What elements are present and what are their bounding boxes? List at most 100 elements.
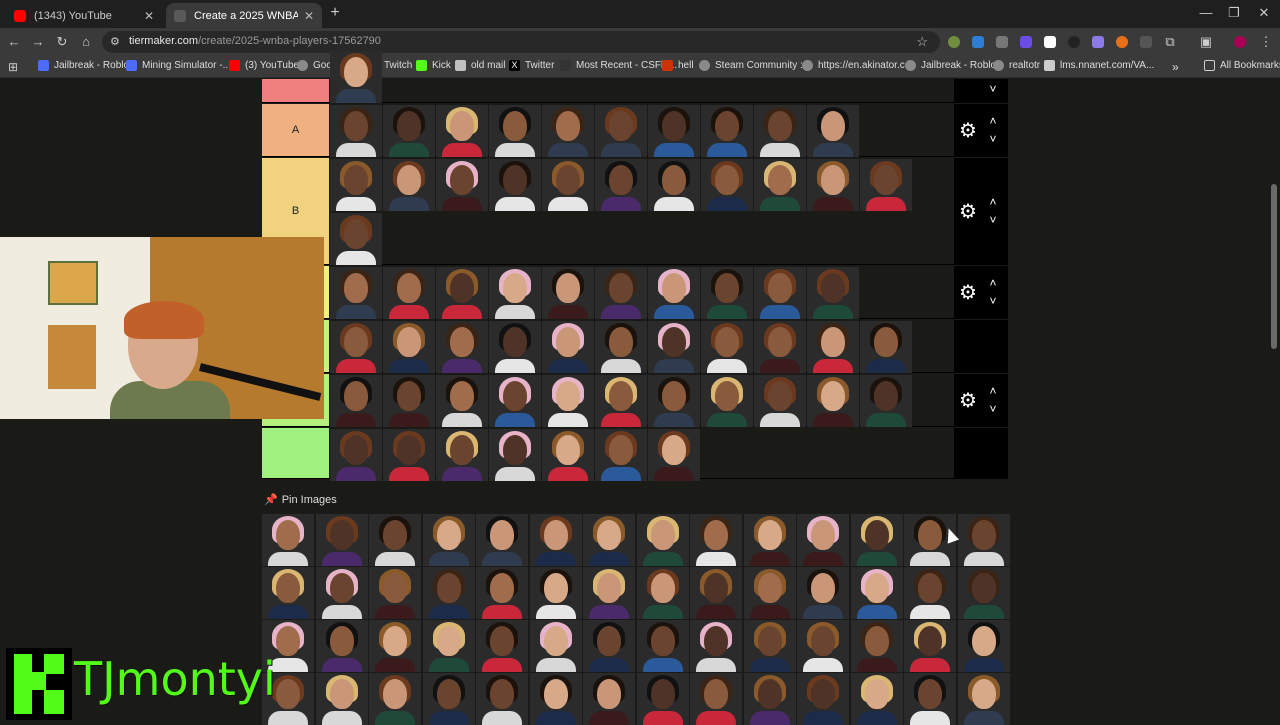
player-image[interactable] bbox=[476, 514, 528, 566]
reload-icon[interactable]: ↻ bbox=[54, 34, 70, 50]
player-image[interactable] bbox=[436, 375, 488, 427]
player-image[interactable] bbox=[583, 514, 635, 566]
player-image[interactable] bbox=[701, 375, 753, 427]
player-image[interactable] bbox=[797, 673, 849, 725]
tier-items[interactable] bbox=[330, 320, 954, 373]
tier-items[interactable] bbox=[330, 266, 954, 319]
new-tab-button[interactable]: + bbox=[326, 5, 344, 23]
player-image[interactable] bbox=[369, 620, 421, 672]
close-icon[interactable]: ✕ bbox=[304, 9, 314, 23]
bookmark-item[interactable]: Jailbreak - Roblox bbox=[905, 60, 1001, 71]
tier-label[interactable] bbox=[262, 428, 329, 478]
player-image[interactable] bbox=[542, 429, 594, 481]
extension-icon[interactable] bbox=[972, 36, 984, 48]
bookmark-item[interactable]: (3) YouTube bbox=[229, 60, 299, 71]
player-image[interactable] bbox=[436, 267, 488, 319]
tab-tiermaker[interactable]: Create a 2025 WNBA Players Ti ✕ bbox=[166, 3, 322, 28]
player-image[interactable] bbox=[860, 321, 912, 373]
player-image[interactable] bbox=[860, 159, 912, 211]
player-image[interactable] bbox=[315, 673, 368, 725]
player-image[interactable] bbox=[636, 514, 689, 566]
player-image[interactable] bbox=[330, 213, 382, 265]
extension-icon[interactable] bbox=[948, 36, 960, 48]
player-image[interactable] bbox=[489, 105, 541, 157]
player-image[interactable] bbox=[489, 375, 541, 427]
player-image[interactable] bbox=[797, 514, 849, 566]
player-image[interactable] bbox=[529, 673, 582, 725]
bookmark-item[interactable]: lms.nnanet.com/VA... bbox=[1044, 60, 1154, 71]
player-image[interactable] bbox=[690, 673, 742, 725]
tier-label[interactable]: A bbox=[262, 104, 329, 156]
site-info-icon[interactable]: ⚙ bbox=[110, 35, 124, 49]
player-image[interactable] bbox=[807, 159, 859, 211]
player-image[interactable] bbox=[957, 514, 1010, 566]
player-image[interactable] bbox=[330, 51, 382, 103]
chevron-down-icon[interactable]: ˅ bbox=[986, 295, 1000, 307]
player-image[interactable] bbox=[315, 567, 368, 619]
chevron-up-icon[interactable]: ˄ bbox=[986, 385, 1000, 397]
extension-icon[interactable] bbox=[1092, 36, 1104, 48]
player-image[interactable] bbox=[850, 673, 903, 725]
player-image[interactable] bbox=[850, 620, 903, 672]
player-image[interactable] bbox=[690, 567, 742, 619]
home-icon[interactable]: ⌂ bbox=[78, 34, 94, 50]
player-image[interactable] bbox=[850, 567, 903, 619]
profile-avatar[interactable] bbox=[1234, 36, 1246, 48]
player-image[interactable] bbox=[648, 429, 700, 481]
player-image[interactable] bbox=[957, 673, 1010, 725]
player-image[interactable] bbox=[330, 267, 382, 319]
player-image[interactable] bbox=[436, 105, 488, 157]
player-image[interactable] bbox=[595, 105, 647, 157]
pin-images[interactable]: 📌 Pin Images bbox=[264, 493, 337, 506]
player-image[interactable] bbox=[383, 375, 435, 427]
extension-icon[interactable] bbox=[1068, 36, 1080, 48]
player-image[interactable] bbox=[807, 267, 859, 319]
extension-icon[interactable] bbox=[996, 36, 1008, 48]
player-image[interactable] bbox=[690, 514, 742, 566]
forward-icon[interactable]: → bbox=[30, 34, 46, 50]
puzzle-icon[interactable]: ⧉ bbox=[1162, 34, 1178, 50]
extension-icon[interactable] bbox=[1140, 36, 1152, 48]
bookmark-item[interactable]: Mining Simulator -... bbox=[126, 60, 231, 71]
player-image[interactable] bbox=[807, 321, 859, 373]
more-bookmarks-icon[interactable]: » bbox=[1172, 60, 1179, 74]
player-image[interactable] bbox=[583, 567, 635, 619]
tier-label[interactable] bbox=[262, 79, 329, 102]
player-image[interactable] bbox=[489, 267, 541, 319]
player-image[interactable] bbox=[383, 267, 435, 319]
player-image[interactable] bbox=[904, 567, 956, 619]
gear-icon[interactable]: ⚙ bbox=[958, 202, 978, 222]
chevron-down-icon[interactable]: ˅ bbox=[986, 133, 1000, 145]
player-image[interactable] bbox=[369, 673, 421, 725]
address-bar[interactable]: ⚙ tiermaker.com/create/2025-wnba-players… bbox=[102, 31, 940, 53]
player-image[interactable] bbox=[754, 267, 806, 319]
tier-items[interactable] bbox=[330, 428, 954, 481]
player-image[interactable] bbox=[807, 105, 859, 157]
player-image[interactable] bbox=[797, 567, 849, 619]
chevron-down-icon[interactable]: ˅ bbox=[986, 214, 1000, 226]
bookmark-item[interactable]: Most Recent - CSFlo... bbox=[560, 60, 677, 71]
player-image[interactable] bbox=[754, 375, 806, 427]
extension-icon[interactable] bbox=[1116, 36, 1128, 48]
gear-icon[interactable]: ⚙ bbox=[958, 391, 978, 411]
apps-icon[interactable]: ⊞ bbox=[8, 60, 18, 74]
player-image[interactable] bbox=[383, 321, 435, 373]
player-image[interactable] bbox=[957, 567, 1010, 619]
bookmark-item[interactable]: Kick bbox=[416, 60, 451, 71]
player-image[interactable] bbox=[542, 375, 594, 427]
player-image[interactable] bbox=[595, 267, 647, 319]
player-image[interactable] bbox=[542, 321, 594, 373]
chevron-up-icon[interactable]: ˄ bbox=[986, 196, 1000, 208]
player-image[interactable] bbox=[476, 673, 528, 725]
tab-youtube[interactable]: (1343) YouTube ✕ bbox=[6, 3, 162, 28]
player-image[interactable] bbox=[330, 321, 382, 373]
player-image[interactable] bbox=[262, 567, 314, 619]
gear-icon[interactable]: ⚙ bbox=[958, 121, 978, 141]
player-image[interactable] bbox=[436, 321, 488, 373]
player-image[interactable] bbox=[476, 567, 528, 619]
player-image[interactable] bbox=[648, 321, 700, 373]
chevron-up-icon[interactable]: ˄ bbox=[986, 277, 1000, 289]
player-image[interactable] bbox=[436, 429, 488, 481]
player-image[interactable] bbox=[422, 620, 475, 672]
player-image[interactable] bbox=[636, 620, 689, 672]
